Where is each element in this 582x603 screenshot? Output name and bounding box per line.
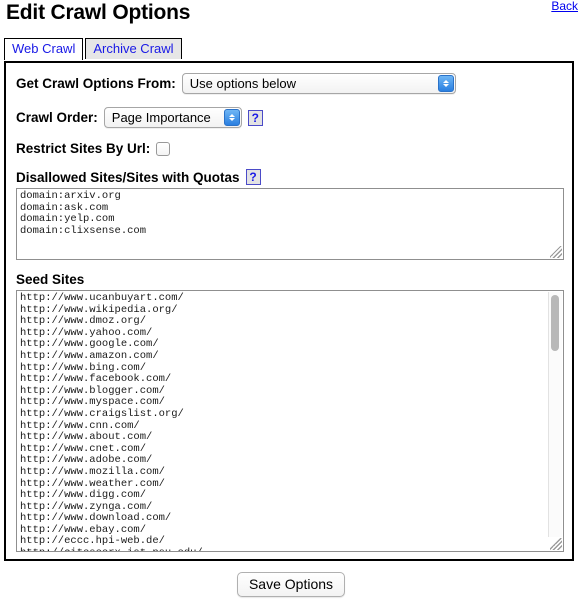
chevron-updown-icon	[437, 75, 454, 92]
crawl-order-row: Crawl Order: Page Importance ?	[16, 107, 562, 128]
seed-sites-value: http://www.ucanbuyart.com/ http://www.wi…	[20, 292, 203, 551]
tab-bar: Web Crawl Archive Crawl	[4, 38, 182, 60]
disallowed-sites-value: domain:arxiv.org domain:ask.com domain:y…	[20, 190, 147, 237]
crawl-options-from-label: Get Crawl Options From:	[16, 76, 176, 91]
seed-sites-scrollbar-thumb[interactable]	[551, 295, 559, 351]
crawl-order-select[interactable]: Page Importance	[103, 107, 242, 128]
disallowed-sites-help-button[interactable]: ?	[245, 169, 261, 185]
seed-sites-scrollbar[interactable]	[548, 292, 562, 537]
disallowed-sites-textarea[interactable]: domain:arxiv.org domain:ask.com domain:y…	[16, 188, 564, 260]
crawl-order-value: Page Importance	[111, 110, 211, 125]
restrict-sites-by-url-checkbox[interactable]	[156, 141, 171, 156]
disallowed-sites-label-row: Disallowed Sites/Sites with Quotas ?	[16, 169, 562, 185]
restrict-sites-by-url-row: Restrict Sites By Url:	[16, 141, 562, 156]
seed-sites-label: Seed Sites	[16, 272, 85, 287]
resize-grip-icon[interactable]	[550, 246, 562, 258]
crawl-order-label: Crawl Order:	[16, 110, 98, 125]
crawl-order-help-button[interactable]: ?	[247, 109, 263, 126]
back-link[interactable]: Back	[551, 0, 578, 13]
page-title: Edit Crawl Options	[6, 1, 191, 24]
page-header: Edit Crawl Options Back	[0, 0, 582, 30]
tab-web-crawl[interactable]: Web Crawl	[4, 38, 84, 60]
crawl-options-from-value: Use options below	[189, 76, 296, 91]
crawl-options-from-select[interactable]: Use options below	[181, 73, 456, 94]
resize-grip-icon[interactable]	[550, 538, 562, 550]
chevron-updown-icon	[223, 109, 240, 126]
crawl-options-from-row: Get Crawl Options From: Use options belo…	[16, 73, 562, 94]
save-options-button[interactable]: Save Options	[236, 572, 346, 597]
restrict-sites-by-url-label: Restrict Sites By Url:	[16, 141, 151, 156]
form-footer: Save Options	[0, 561, 582, 597]
seed-sites-textarea[interactable]: http://www.ucanbuyart.com/ http://www.wi…	[16, 290, 564, 552]
seed-sites-label-row: Seed Sites	[16, 272, 562, 287]
crawl-options-panel: Get Crawl Options From: Use options belo…	[4, 61, 574, 561]
tab-archive-crawl[interactable]: Archive Crawl	[85, 38, 182, 59]
disallowed-sites-label: Disallowed Sites/Sites with Quotas	[16, 169, 240, 185]
